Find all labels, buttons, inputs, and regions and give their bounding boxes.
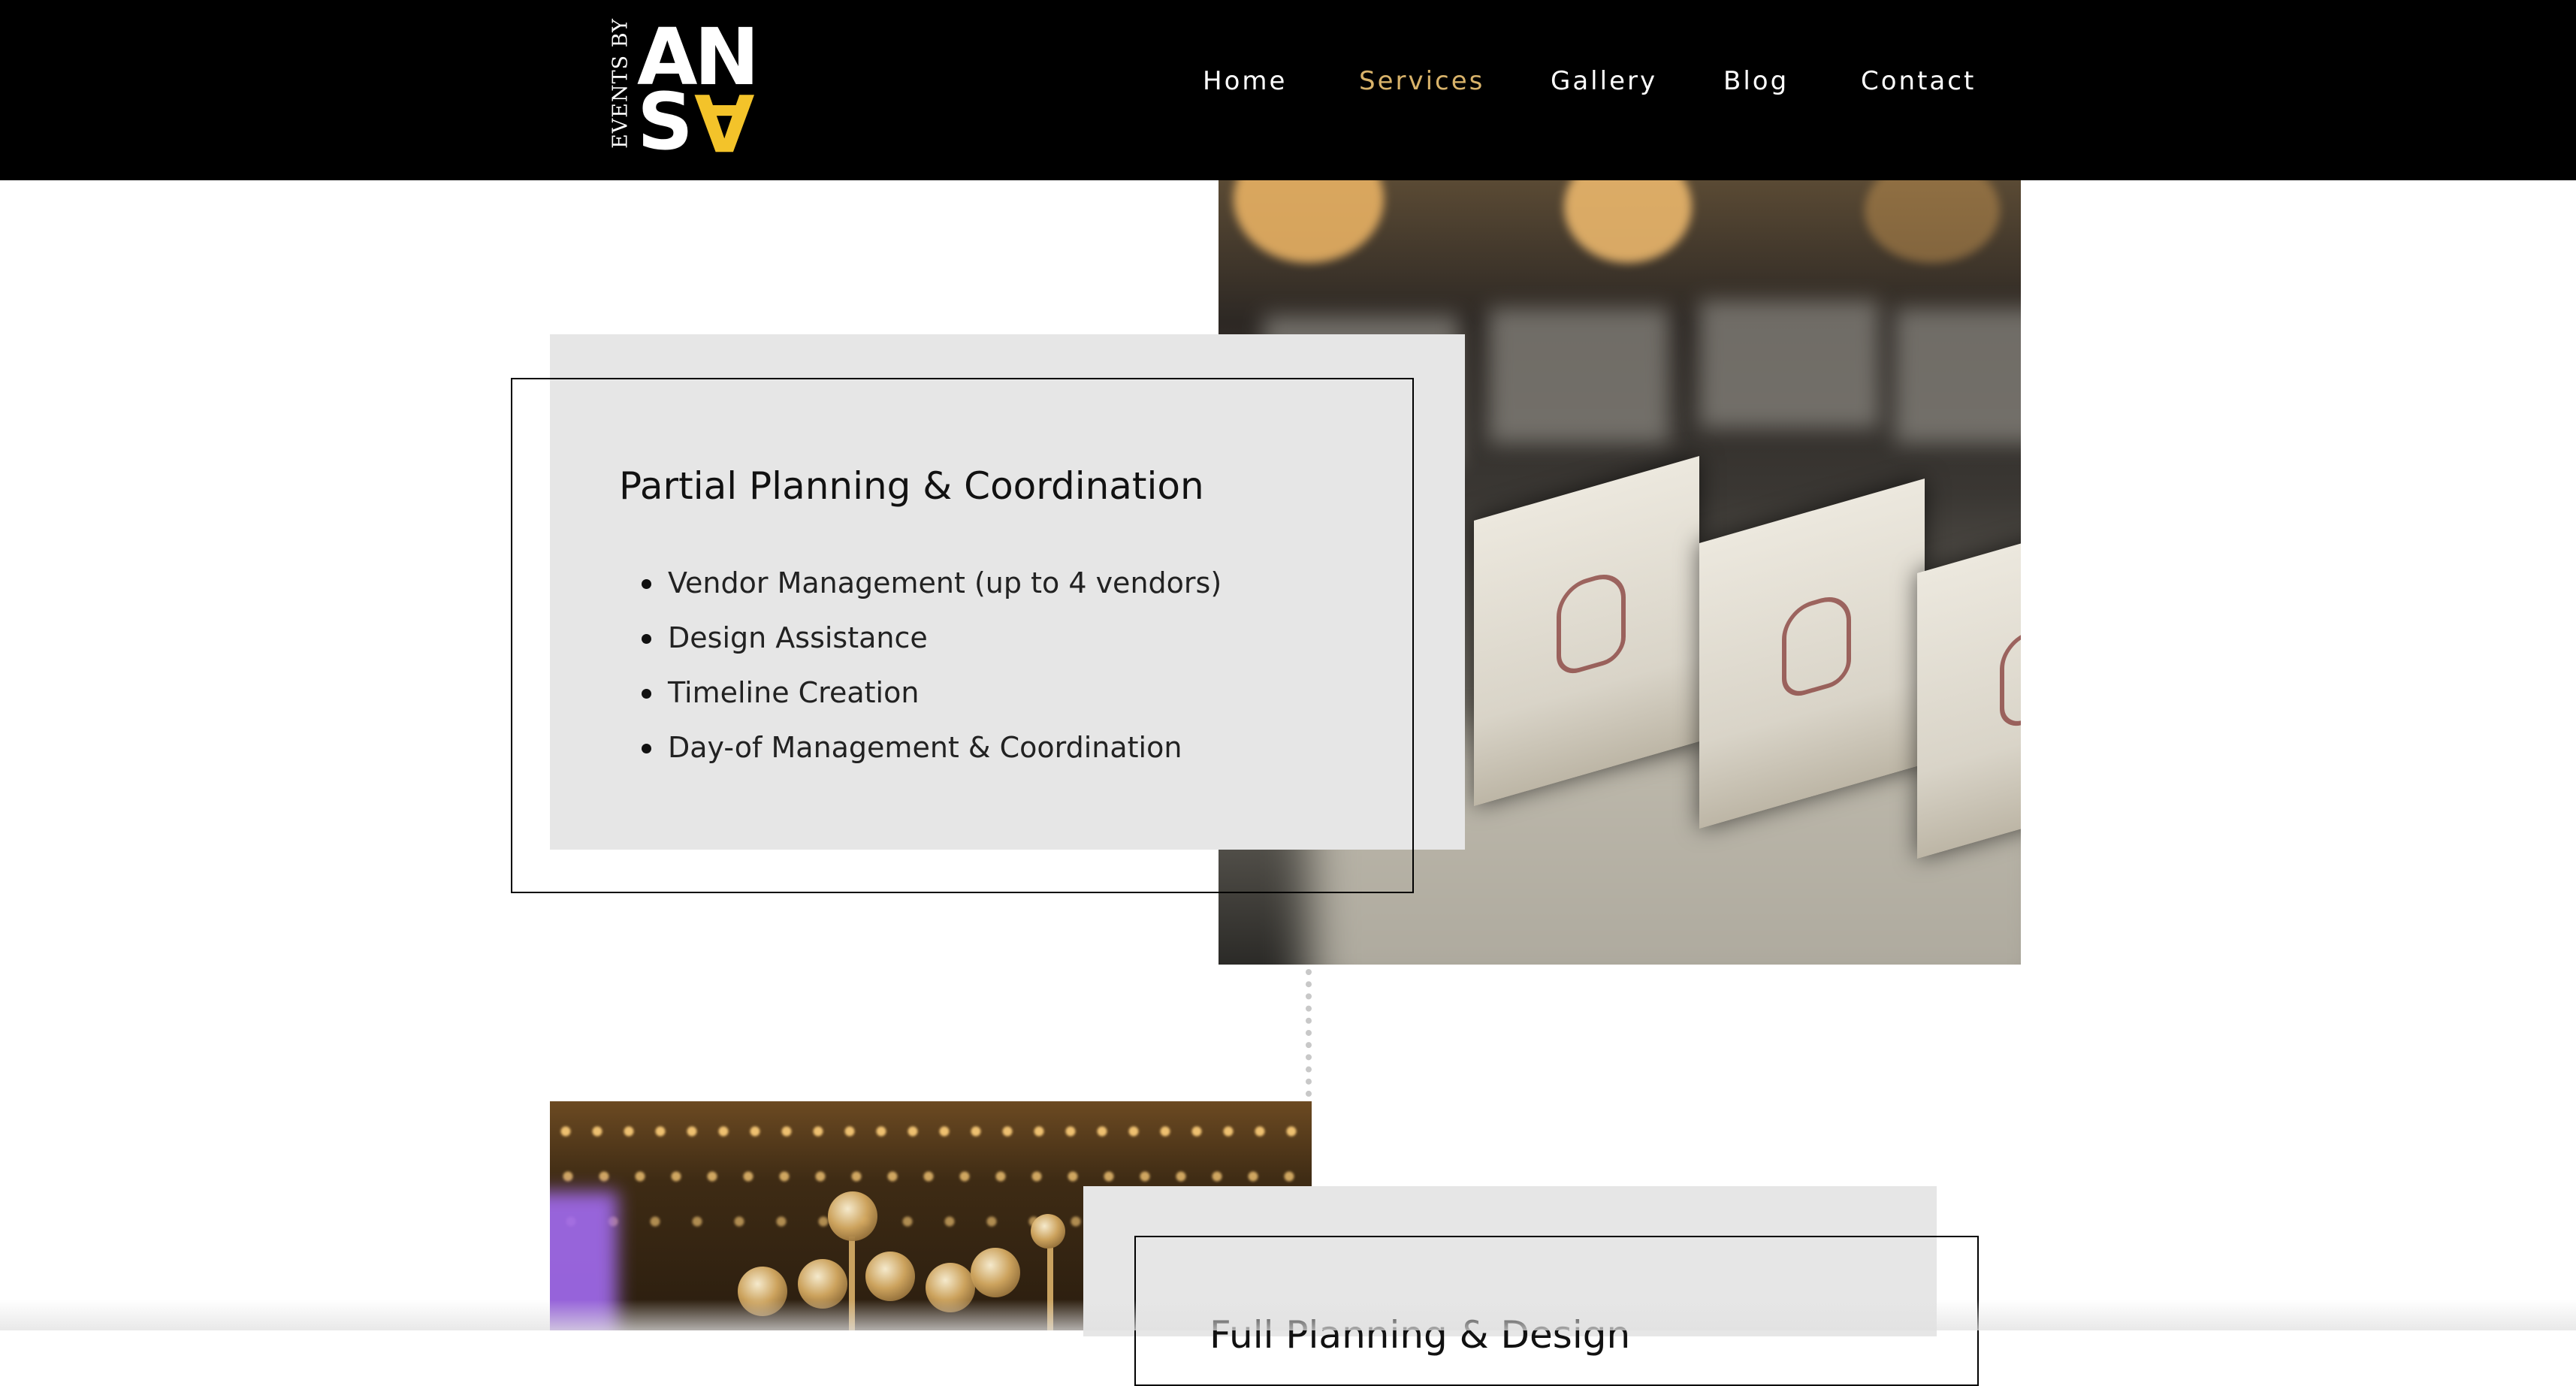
bullet-icon — [642, 689, 651, 699]
service-title: Full Planning & Design — [1209, 1313, 1631, 1357]
crystal-votive — [1031, 1214, 1065, 1249]
bullet-icon — [642, 634, 651, 644]
list-item: Vendor Management (up to 4 vendors) — [642, 566, 1222, 621]
crystal-votive — [926, 1263, 975, 1312]
candelabra-stem — [1047, 1248, 1053, 1330]
list-item-text: Vendor Management (up to 4 vendors) — [668, 566, 1222, 599]
bokeh-light — [1234, 180, 1384, 263]
place-card — [1917, 508, 2021, 859]
nav-item-gallery[interactable]: Gallery — [1551, 66, 1657, 96]
blurred-card — [1699, 300, 1880, 428]
list-item-text: Timeline Creation — [668, 676, 920, 709]
blurred-card — [1489, 308, 1669, 443]
service-title: Partial Planning & Coordination — [619, 464, 1204, 508]
crest-icon — [2000, 620, 2021, 732]
string-lights — [550, 1169, 1312, 1184]
crystal-votive — [865, 1252, 915, 1301]
list-item-text: Day-of Management & Coordination — [668, 731, 1182, 764]
service-card-frame — [1134, 1236, 1979, 1386]
crystal-votive — [828, 1191, 877, 1241]
nav-item-contact[interactable]: Contact — [1861, 66, 1976, 96]
nav-item-blog[interactable]: Blog — [1723, 66, 1789, 96]
bokeh-light — [1564, 180, 1692, 263]
bullet-icon — [642, 744, 651, 753]
main-nav: Home Services Gallery Blog Contact — [0, 66, 2576, 108]
bokeh-light — [1865, 180, 2000, 263]
dotted-connector — [1306, 969, 1312, 1097]
crystal-votive — [971, 1248, 1020, 1297]
candelabra-stem — [849, 1237, 855, 1330]
nav-item-home[interactable]: Home — [1203, 66, 1287, 96]
crest-icon — [1557, 567, 1626, 679]
blurred-card — [1895, 308, 2021, 443]
list-item: Timeline Creation — [642, 676, 1222, 731]
uplight-glow — [550, 1191, 618, 1330]
list-item-text: Design Assistance — [668, 621, 928, 654]
site-header: EVENTS BY A N S A Home Services Gallery … — [0, 0, 2576, 180]
list-item: Design Assistance — [642, 621, 1222, 676]
string-lights — [550, 1124, 1312, 1139]
crest-icon — [1782, 590, 1851, 702]
crystal-votive — [738, 1267, 787, 1316]
crystal-votive — [798, 1259, 847, 1309]
nav-item-services[interactable]: Services — [1359, 66, 1484, 96]
bullet-icon — [642, 579, 651, 589]
list-item: Day-of Management & Coordination — [642, 731, 1222, 786]
service-feature-list: Vendor Management (up to 4 vendors) Desi… — [642, 566, 1222, 786]
